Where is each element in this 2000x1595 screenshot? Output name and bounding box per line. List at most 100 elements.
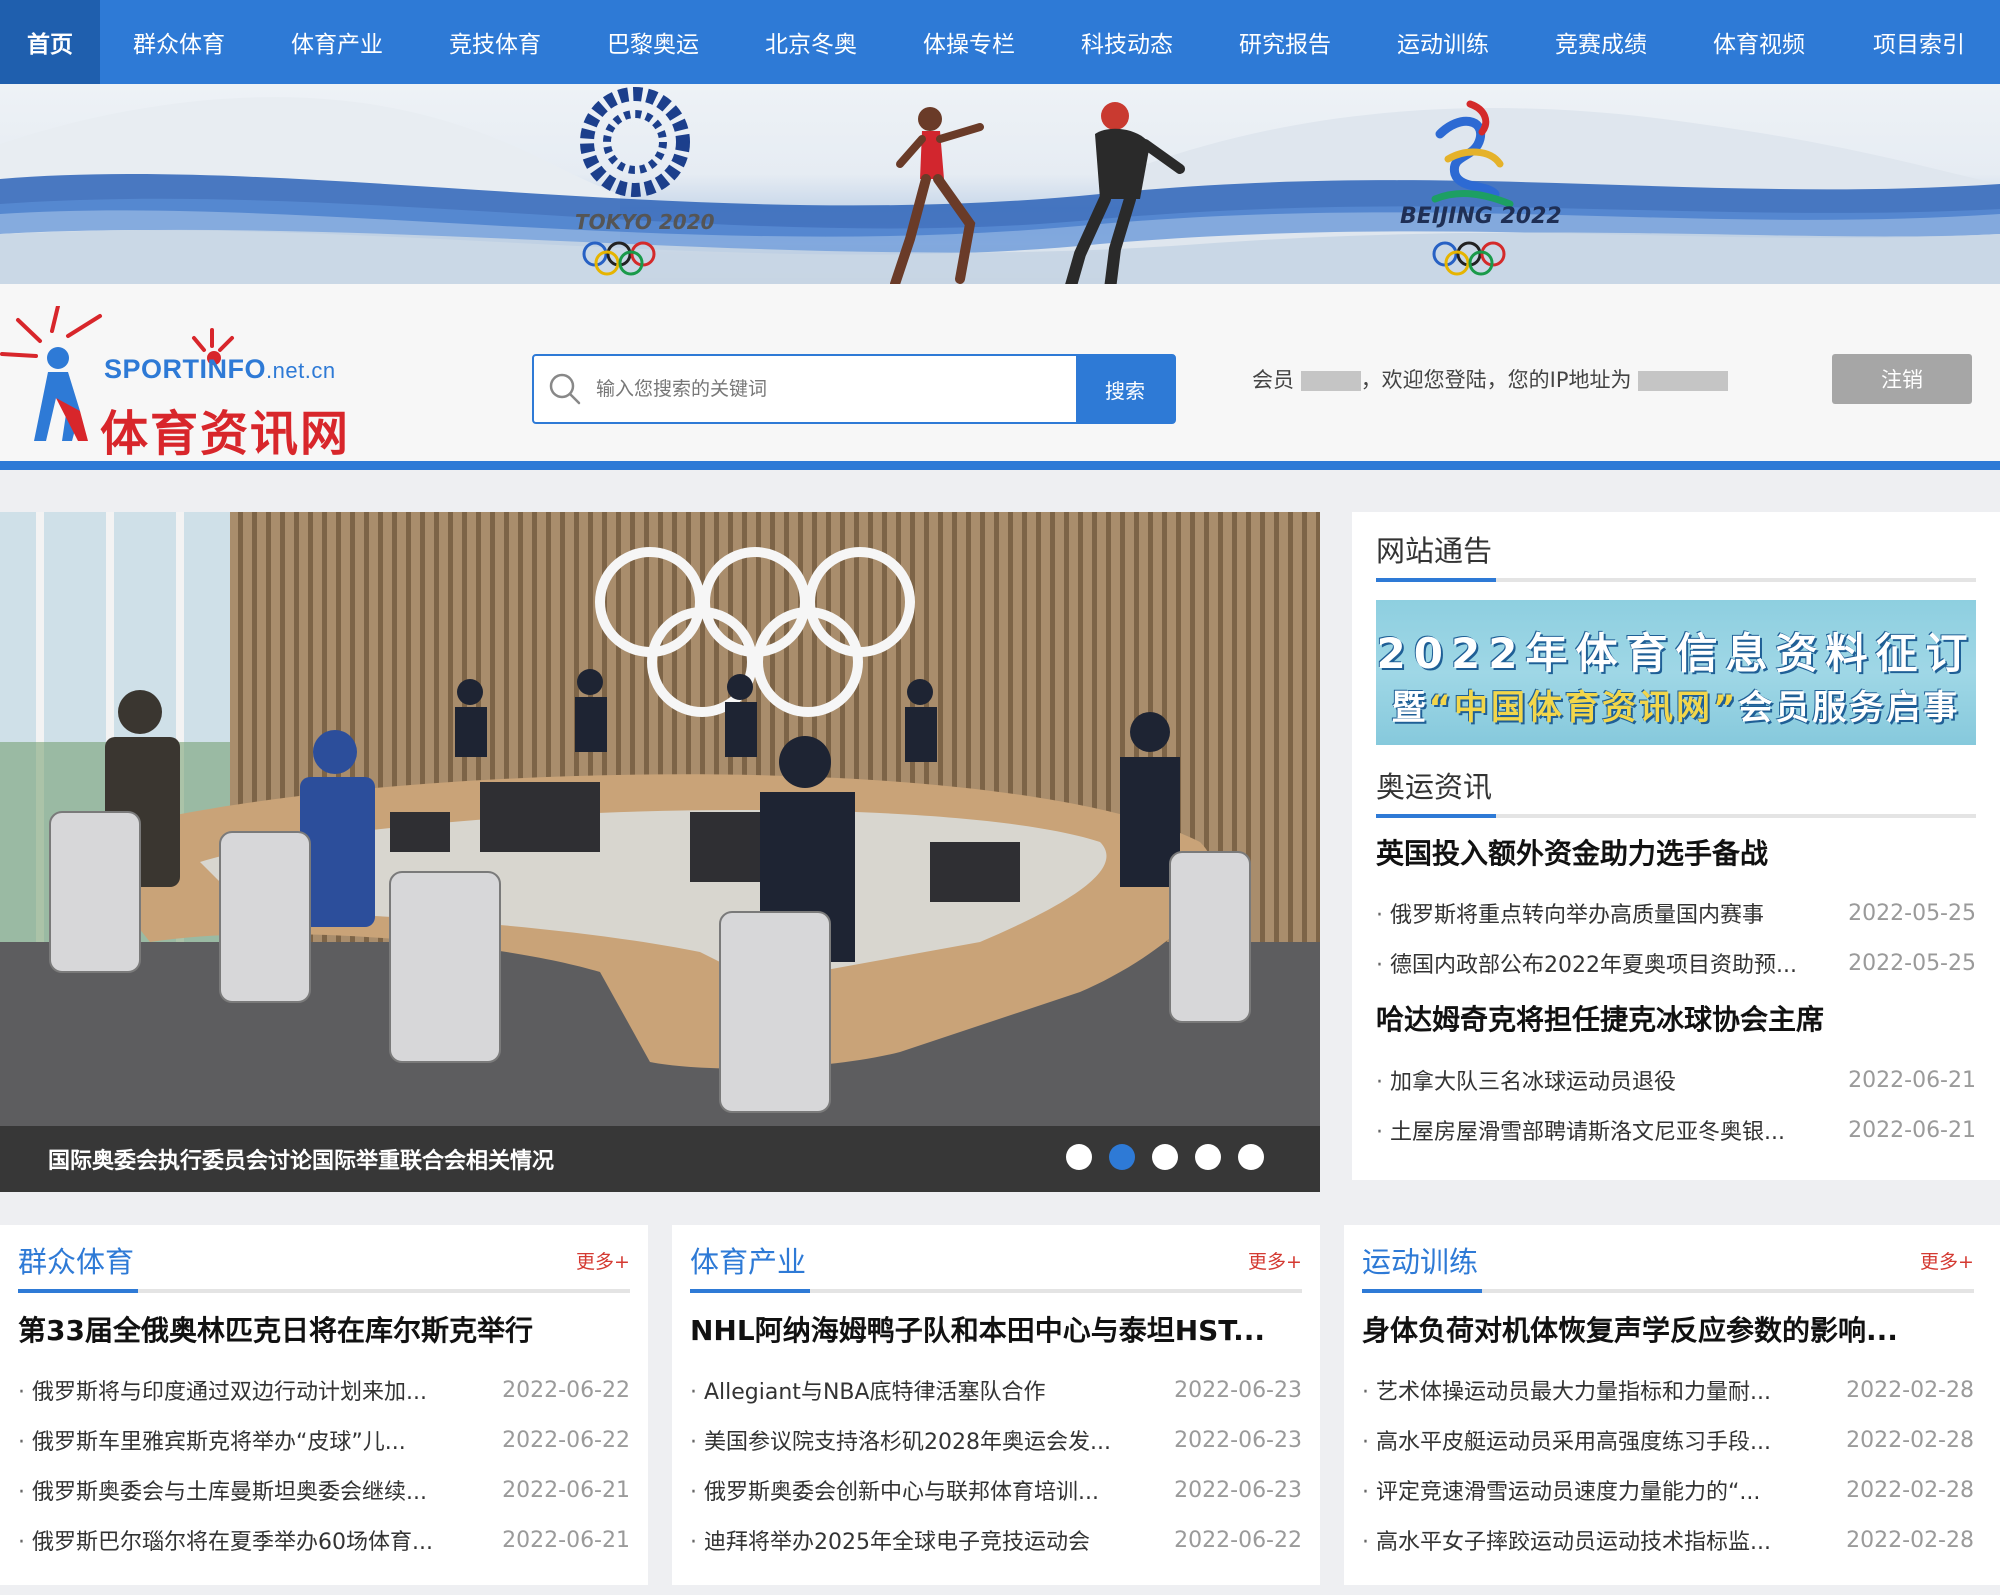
logo-chinese-text: 体育资讯网: [100, 406, 351, 462]
nav-item-project-index[interactable]: 项目索引: [1838, 0, 2000, 84]
list-item-title[interactable]: 高水平皮艇运动员采用高强度练习手段...: [1362, 1424, 1836, 1456]
hero-slider[interactable]: 国际奥委会执行委员会讨论国际举重联合会相关情况: [0, 512, 1320, 1192]
list-item-title[interactable]: 土屋房屋滑雪部聘请斯洛文尼亚冬奥银...: [1376, 1114, 1838, 1146]
list-item[interactable]: 土屋房屋滑雪部聘请斯洛文尼亚冬奥银... 2022-06-21: [1376, 1113, 1976, 1147]
nav-item-home[interactable]: 首页: [0, 0, 100, 84]
column-title[interactable]: 体育产业: [690, 1239, 806, 1281]
more-link[interactable]: 更多+: [1248, 1247, 1302, 1274]
list-item-title[interactable]: Allegiant与NBA底特律活塞队合作: [690, 1374, 1164, 1406]
list-item-title[interactable]: 俄罗斯将与印度通过双边行动计划来加...: [18, 1374, 492, 1406]
list-item[interactable]: 俄罗斯将重点转向举办高质量国内赛事 2022-05-25: [1376, 896, 1976, 930]
column-headline[interactable]: 第33届全俄奥林匹克日将在库尔斯克举行: [18, 1309, 630, 1349]
nav-item-paris-olympics[interactable]: 巴黎奥运: [574, 0, 732, 84]
list-item-title[interactable]: 俄罗斯奥委会与土库曼斯坦奥委会继续...: [18, 1474, 492, 1506]
nav-item-beijing-winter-olympics[interactable]: 北京冬奥: [732, 0, 890, 84]
column-title[interactable]: 群众体育: [18, 1239, 134, 1281]
list-item[interactable]: 俄罗斯将与印度通过双边行动计划来加... 2022-06-22: [18, 1373, 630, 1407]
olympic-headline-1[interactable]: 英国投入额外资金助力选手备战: [1376, 832, 1976, 872]
nav-item-sports-video[interactable]: 体育视频: [1680, 0, 1838, 84]
list-item-date: 2022-06-23: [1174, 1477, 1302, 1503]
list-item[interactable]: 高水平皮艇运动员采用高强度练习手段... 2022-02-28: [1362, 1423, 1974, 1457]
list-item-title[interactable]: 评定竞速滑雪运动员速度力量能力的“...: [1362, 1474, 1836, 1506]
list-item-date: 2022-05-25: [1848, 900, 1976, 926]
slider-dot-2[interactable]: [1109, 1144, 1135, 1170]
section-divider: [18, 1289, 630, 1293]
nav-item-competition-results[interactable]: 竞赛成绩: [1522, 0, 1680, 84]
slider-dots: [1066, 1144, 1264, 1170]
nav-item-sports-training[interactable]: 运动训练: [1364, 0, 1522, 84]
slider-dot-3[interactable]: [1152, 1144, 1178, 1170]
list-item[interactable]: 俄罗斯奥委会与土库曼斯坦奥委会继续... 2022-06-21: [18, 1473, 630, 1507]
hero-slide-image: [0, 512, 1320, 1192]
list-item-title[interactable]: 加拿大队三名冰球运动员退役: [1376, 1064, 1838, 1096]
list-item-date: 2022-05-25: [1848, 950, 1976, 976]
list-item[interactable]: 俄罗斯巴尔瑙尔将在夏季举办60场体育... 2022-06-21: [18, 1523, 630, 1557]
more-link[interactable]: 更多+: [576, 1247, 630, 1274]
olympics-banner: TOKYO 2020 BEIJING 2022: [0, 84, 2000, 284]
redacted-username: [1300, 371, 1361, 391]
top-nav: 首页 群众体育 体育产业 竞技体育 巴黎奥运 北京冬奥 体操专栏 科技动态 研究…: [0, 0, 2000, 84]
list-item[interactable]: 俄罗斯车里雅宾斯克将举办“皮球”儿... 2022-06-22: [18, 1423, 630, 1457]
nav-item-sports-industry[interactable]: 体育产业: [258, 0, 416, 84]
notice-image-line1: 2022年体育信息资料征订: [1376, 629, 1976, 678]
list-item[interactable]: Allegiant与NBA底特律活塞队合作 2022-06-23: [690, 1373, 1302, 1407]
list-item-date: 2022-06-22: [502, 1377, 630, 1403]
list-item[interactable]: 高水平女子摔跤运动员运动技术指标监... 2022-02-28: [1362, 1523, 1974, 1557]
section-divider: [690, 1289, 1302, 1293]
slider-dot-1[interactable]: [1066, 1144, 1092, 1170]
list-item-title[interactable]: 俄罗斯车里雅宾斯克将举办“皮球”儿...: [18, 1424, 492, 1456]
nav-item-competitive-sports[interactable]: 竞技体育: [416, 0, 574, 84]
olympic-headline-2[interactable]: 哈达姆奇克将担任捷克冰球协会主席: [1376, 998, 1976, 1038]
column-headline[interactable]: NHL阿纳海姆鸭子队和本田中心与泰坦HST...: [690, 1309, 1302, 1349]
slider-dot-5[interactable]: [1238, 1144, 1264, 1170]
column-headline[interactable]: 身体负荷对机体恢复声学反应参数的影响...: [1362, 1309, 1974, 1349]
list-item-title[interactable]: 德国内政部公布2022年夏奥项目资助预...: [1376, 947, 1838, 979]
list-item[interactable]: 德国内政部公布2022年夏奥项目资助预... 2022-05-25: [1376, 946, 1976, 980]
list-item-title[interactable]: 俄罗斯奥委会创新中心与联邦体育培训...: [690, 1474, 1164, 1506]
banner-illustration: [0, 87, 2000, 284]
logo-english-text: SPORTINFO.net.cn: [104, 354, 336, 384]
nav-item-gymnastics[interactable]: 体操专栏: [890, 0, 1048, 84]
list-item-date: 2022-02-28: [1846, 1477, 1974, 1503]
notice-image-line2: 暨“中国体育资讯网”会员服务启事: [1391, 688, 1961, 728]
redacted-ip-address: [1638, 371, 1729, 391]
list-item-date: 2022-06-23: [1174, 1427, 1302, 1453]
search-input[interactable]: [596, 356, 1076, 422]
list-item-date: 2022-02-28: [1846, 1427, 1974, 1453]
search-bar: 搜索: [532, 354, 1176, 424]
column-sports-industry: 体育产业 更多+ NHL阿纳海姆鸭子队和本田中心与泰坦HST... Allegi…: [672, 1225, 1320, 1585]
welcome-text: ，欢迎您登陆，您的IP地址为: [1360, 368, 1632, 392]
notice-banner-image[interactable]: 2022年体育信息资料征订 暨“中国体育资讯网”会员服务启事: [1376, 600, 1976, 745]
list-item[interactable]: 俄罗斯奥委会创新中心与联邦体育培训... 2022-06-23: [690, 1473, 1302, 1507]
welcome-prefix: 会员: [1252, 368, 1294, 392]
list-item[interactable]: 迪拜将举办2025年全球电子竞技运动会 2022-06-22: [690, 1523, 1302, 1557]
list-item-title[interactable]: 艺术体操运动员最大力量指标和力量耐...: [1362, 1374, 1836, 1406]
beijing-2022-label: BEIJING 2022: [1400, 204, 1562, 229]
list-item-title[interactable]: 高水平女子摔跤运动员运动技术指标监...: [1362, 1524, 1836, 1556]
nav-item-research-reports[interactable]: 研究报告: [1206, 0, 1364, 84]
logout-button[interactable]: 注销: [1832, 354, 1972, 404]
more-link[interactable]: 更多+: [1920, 1247, 1974, 1274]
list-item-title[interactable]: 俄罗斯巴尔瑙尔将在夏季举办60场体育...: [18, 1524, 492, 1556]
nav-item-mass-sports[interactable]: 群众体育: [100, 0, 258, 84]
list-item-title[interactable]: 美国参议院支持洛杉矶2028年奥运会发...: [690, 1424, 1164, 1456]
slider-dot-4[interactable]: [1195, 1144, 1221, 1170]
site-logo[interactable]: SPORTINFO.net.cn 体育资讯网: [0, 306, 360, 462]
column-sports-training: 运动训练 更多+ 身体负荷对机体恢复声学反应参数的影响... 艺术体操运动员最大…: [1344, 1225, 2000, 1585]
list-item[interactable]: 评定竞速滑雪运动员速度力量能力的“... 2022-02-28: [1362, 1473, 1974, 1507]
notice-section-title: 网站通告: [1376, 534, 1493, 568]
list-item-date: 2022-06-21: [1848, 1067, 1976, 1093]
list-item-date: 2022-06-21: [1848, 1117, 1976, 1143]
list-item-date: 2022-06-22: [502, 1427, 630, 1453]
list-item[interactable]: 艺术体操运动员最大力量指标和力量耐... 2022-02-28: [1362, 1373, 1974, 1407]
list-item[interactable]: 加拿大队三名冰球运动员退役 2022-06-21: [1376, 1063, 1976, 1097]
hero-caption[interactable]: 国际奥委会执行委员会讨论国际举重联合会相关情况: [48, 1143, 554, 1175]
column-title[interactable]: 运动训练: [1362, 1239, 1478, 1281]
search-button[interactable]: 搜索: [1076, 356, 1174, 422]
list-item[interactable]: 美国参议院支持洛杉矶2028年奥运会发... 2022-06-23: [690, 1423, 1302, 1457]
list-item-title[interactable]: 迪拜将举办2025年全球电子竞技运动会: [690, 1524, 1164, 1556]
list-item-title[interactable]: 俄罗斯将重点转向举办高质量国内赛事: [1376, 897, 1838, 929]
column-mass-sports: 群众体育 更多+ 第33届全俄奥林匹克日将在库尔斯克举行 俄罗斯将与印度通过双边…: [0, 1225, 648, 1585]
nav-item-tech-news[interactable]: 科技动态: [1048, 0, 1206, 84]
list-item-date: 2022-02-28: [1846, 1377, 1974, 1403]
